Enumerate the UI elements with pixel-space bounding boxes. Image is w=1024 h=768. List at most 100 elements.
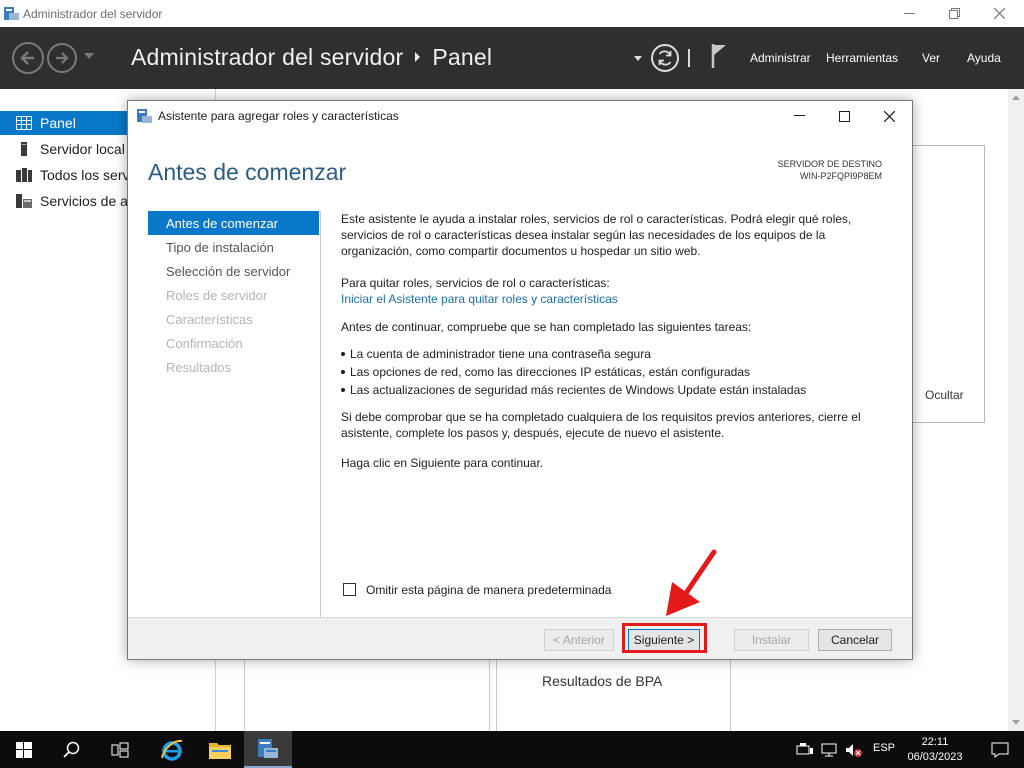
destination-server: SERVIDOR DE DESTINO WIN-P2FQPI9P8EM: [778, 158, 882, 182]
prereq-note: Si debe comprobar que se ha completado c…: [341, 410, 861, 440]
folder-icon: [209, 742, 231, 759]
step-caracteristicas: Características: [148, 307, 319, 331]
steps-divider: [320, 211, 321, 617]
destination-server-name: WIN-P2FQPI9P8EM: [799, 171, 882, 181]
breadcrumb-separator-icon: [415, 51, 421, 62]
history-dropdown-icon[interactable]: [84, 53, 94, 59]
back-button[interactable]: [12, 42, 44, 74]
action-center-button[interactable]: [976, 731, 1024, 768]
step-label: Resultados: [166, 360, 232, 375]
background-tile: [496, 659, 731, 731]
volume-muted-icon[interactable]: [845, 743, 863, 757]
next-button-highlight: [622, 623, 707, 653]
file-services-icon: [16, 194, 32, 208]
step-resultados: Resultados: [148, 355, 319, 379]
clock[interactable]: 22:11 06/03/2023: [900, 735, 970, 765]
minimize-icon: [903, 12, 915, 14]
minimize-icon: [793, 115, 805, 116]
people-icon[interactable]: [796, 743, 814, 757]
skip-page-checkbox[interactable]: [343, 583, 356, 596]
forward-button[interactable]: [47, 43, 77, 73]
dialog-minimize-button[interactable]: [776, 101, 822, 131]
header-divider: [688, 49, 690, 67]
menu-ver[interactable]: Ver: [922, 51, 940, 65]
main-scrollbar[interactable]: [1008, 89, 1024, 731]
breadcrumb: Administrador del servidor Panel: [131, 44, 492, 71]
sidebar-item-label: Panel: [40, 115, 76, 131]
header-bar: Administrador del servidor Panel Administ…: [0, 27, 1024, 89]
start-button[interactable]: [0, 731, 48, 768]
install-button[interactable]: Instalar: [734, 629, 809, 651]
remove-roles-link[interactable]: Iniciar el Asistente para quitar roles y…: [341, 291, 891, 307]
step-antes-de-comenzar[interactable]: Antes de comenzar: [148, 211, 319, 235]
step-confirmacion: Confirmación: [148, 331, 319, 355]
dialog-title: Asistente para agregar roles y caracterí…: [158, 109, 399, 123]
step-label: Características: [166, 312, 253, 327]
list-item: Las opciones de red, como las direccione…: [341, 364, 891, 380]
minimize-button[interactable]: [886, 0, 932, 27]
task-view-button[interactable]: [96, 731, 144, 768]
bullet-text: Las opciones de red, como las direccione…: [350, 365, 751, 379]
refresh-icon: [658, 50, 672, 66]
clock-time: 22:11: [921, 736, 949, 748]
previous-button[interactable]: < Anterior: [544, 629, 614, 651]
taskbar-internet-explorer[interactable]: [148, 731, 196, 768]
step-seleccion-de-servidor[interactable]: Selección de servidor: [148, 259, 319, 283]
bullet-icon: [341, 351, 345, 356]
scroll-down-icon[interactable]: [1012, 720, 1020, 725]
close-button[interactable]: [976, 0, 1022, 27]
menu-ayuda[interactable]: Ayuda: [967, 51, 1001, 65]
taskbar-file-explorer[interactable]: [196, 731, 244, 768]
menu-herramientas[interactable]: Herramientas: [826, 51, 898, 65]
dialog-titlebar: Asistente para agregar roles y caracterí…: [128, 101, 912, 131]
step-label: Selección de servidor: [166, 264, 291, 279]
restore-icon: [948, 8, 960, 19]
sidebar-item-label: Todos los serv: [40, 167, 130, 183]
menu-administrar[interactable]: Administrar: [750, 51, 811, 65]
step-tipo-de-instalacion[interactable]: Tipo de instalación: [148, 235, 319, 259]
refresh-dropdown-icon[interactable]: [634, 56, 642, 61]
dialog-maximize-button[interactable]: [821, 101, 867, 131]
search-button[interactable]: [48, 731, 96, 768]
input-language[interactable]: ESP: [873, 742, 895, 754]
search-icon: [63, 741, 80, 758]
server-icon: [21, 142, 27, 156]
remove-label: Para quitar roles, servicios de rol o ca…: [341, 276, 610, 290]
background-panel: [912, 145, 985, 423]
continue-note: Haga clic en Siguiente para continuar.: [341, 456, 544, 470]
destination-label: SERVIDOR DE DESTINO: [777, 159, 882, 169]
step-label: Roles de servidor: [166, 288, 268, 303]
taskbar-server-manager[interactable]: [244, 731, 292, 768]
page-heading: Antes de comenzar: [148, 159, 347, 185]
bullet-text: La cuenta de administrador tiene una con…: [350, 347, 651, 361]
back-arrow-icon: [20, 51, 34, 65]
sidebar-item-label: Servidor local: [40, 141, 125, 157]
bullet-icon: [341, 387, 345, 392]
step-roles-de-servidor: Roles de servidor: [148, 283, 319, 307]
intro-text: Este asistente le ayuda a instalar roles…: [341, 212, 852, 258]
window-title: Administrador del servidor: [23, 7, 163, 21]
scroll-up-icon[interactable]: [1012, 95, 1020, 100]
window-titlebar: Administrador del servidor: [0, 0, 1024, 27]
forward-arrow-icon: [56, 52, 69, 64]
list-item: Las actualizaciones de seguridad más rec…: [341, 382, 891, 398]
sidebar-item-label: Servicios de ar: [40, 193, 133, 209]
skip-page-label[interactable]: Omitir esta página de manera predetermin…: [366, 583, 611, 597]
restore-button[interactable]: [931, 0, 977, 27]
bullet-text: Las actualizaciones de seguridad más rec…: [350, 383, 807, 397]
notifications-icon: [991, 742, 1009, 758]
cancel-button[interactable]: Cancelar: [818, 629, 892, 651]
refresh-button[interactable]: [651, 44, 679, 72]
dialog-close-button[interactable]: [866, 101, 912, 131]
maximize-icon: [838, 110, 850, 122]
step-label: Tipo de instalación: [166, 240, 274, 255]
hide-link[interactable]: Ocultar: [925, 388, 964, 402]
list-item: La cuenta de administrador tiene una con…: [341, 346, 891, 362]
step-label: Antes de comenzar: [166, 216, 279, 231]
server-manager-icon: [258, 738, 278, 758]
network-icon[interactable]: [821, 743, 839, 757]
dialog-footer: < Anterior Siguiente > Instalar Cancelar: [128, 617, 912, 659]
task-view-icon: [111, 742, 129, 757]
notifications-flag-icon[interactable]: [710, 44, 728, 68]
servers-icon: [16, 168, 32, 182]
